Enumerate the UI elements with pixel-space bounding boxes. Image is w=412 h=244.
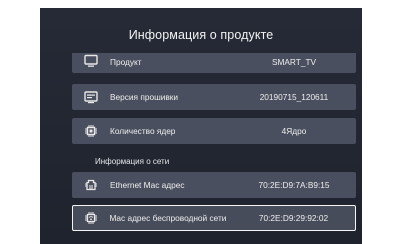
row-wireless-mac[interactable]: Mac адрес беспроводной сети 70:2E:D9:29:…	[72, 205, 356, 231]
row-label: Ethernet Mac адрес	[110, 180, 185, 190]
row-core-count[interactable]: Количество ядер 4Ядро	[72, 118, 356, 144]
row-value: 4Ядро	[281, 126, 307, 136]
page-title: Информация о продукте	[128, 28, 274, 42]
ethernet-icon	[84, 178, 98, 192]
monitor-icon	[84, 54, 98, 68]
row-ethernet-mac[interactable]: Ethernet Mac адрес 70:2E:D9:7A:B9:15	[72, 172, 356, 198]
row-label: Mac адрес беспроводной сети	[109, 212, 227, 223]
row-value: 70:2E:D9:29:92:02	[258, 212, 329, 223]
firmware-icon	[84, 90, 98, 104]
row-value: 70:2E:D9:7A:B9:15	[258, 180, 330, 190]
row-value: 20190715_120611	[259, 92, 329, 102]
row-label: Продукт	[110, 57, 142, 67]
cpu-chip-icon	[84, 124, 98, 138]
row-value: SMART_TV	[271, 57, 317, 67]
row-label: Количество ядер	[110, 126, 176, 136]
network-section-label: Информация о сети	[95, 157, 170, 166]
wifi-icon	[84, 211, 98, 225]
row-firmware-version[interactable]: Версия прошивки 20190715_120611	[72, 84, 356, 110]
row-label: Версия прошивки	[110, 92, 179, 102]
row-product[interactable]: Продукт SMART_TV	[72, 53, 356, 73]
product-info-panel: Информация о продукте Продукт SMART_TV В…	[40, 8, 362, 244]
